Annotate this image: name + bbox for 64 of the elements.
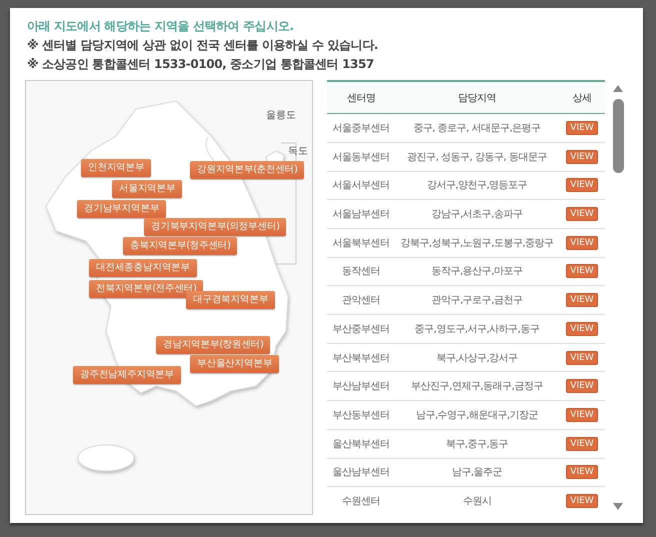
region-cell: 동작구,용산구,마포구 bbox=[395, 257, 559, 286]
region-cell: 남구,울주군 bbox=[395, 458, 559, 487]
center-name: 울산북부센터 bbox=[327, 429, 395, 458]
region-button[interactable]: 부산울산지역본부 bbox=[190, 355, 280, 373]
instruction-note: ※ 소상공인 통합콜센터 1533-0100, 중소기업 통합콜센터 1357 bbox=[27, 56, 375, 72]
view-button[interactable]: VIEW bbox=[566, 207, 598, 222]
region-cell: 북구,사상구,강서구 bbox=[395, 343, 559, 372]
center-name: 서울서부센터 bbox=[327, 171, 395, 200]
region-button[interactable]: 대구경북지역본부 bbox=[186, 291, 276, 309]
region-cell: 관악구,구로구,금천구 bbox=[395, 286, 559, 315]
center-name: 부산중부센터 bbox=[327, 314, 395, 344]
region-button[interactable]: 서울지역본부 bbox=[112, 180, 182, 198]
column-header: 센터명 bbox=[327, 81, 395, 114]
region-cell: 강서구,양천구,영등포구 bbox=[395, 171, 559, 200]
region-cell: 광진구, 성동구, 강동구, 동대문구 bbox=[395, 142, 559, 172]
center-name: 수원센터 bbox=[327, 486, 395, 515]
center-name: 부산북부센터 bbox=[327, 343, 395, 372]
region-button[interactable]: 경남지역본부(창원센터) bbox=[156, 336, 270, 354]
region-button[interactable]: 경기남부지역본부 bbox=[77, 200, 166, 218]
column-header: 담당지역 bbox=[395, 81, 559, 114]
region-cell: 수원시 bbox=[395, 486, 559, 515]
region-button[interactable]: 충북지역본부(청주센터) bbox=[123, 237, 238, 255]
scroll-up-icon[interactable] bbox=[612, 84, 624, 93]
region-cell: 중구, 종로구, 서대문구,은평구 bbox=[395, 114, 559, 142]
instruction-heading: 아래 지도에서 해당하는 지역을 선택하여 주십시오. bbox=[27, 18, 295, 34]
scroll-down-icon[interactable] bbox=[612, 502, 624, 511]
center-name: 서울남부센터 bbox=[327, 200, 395, 228]
center-name: 울산남부센터 bbox=[327, 458, 395, 487]
scrollbar-thumb[interactable] bbox=[612, 99, 624, 173]
view-button[interactable]: VIEW bbox=[566, 293, 598, 308]
view-button[interactable]: VIEW bbox=[566, 465, 598, 480]
region-cell: 남구,수영구,해운대구,기장군 bbox=[395, 400, 559, 430]
center-name: 서울북부센터 bbox=[327, 228, 395, 258]
view-button[interactable]: VIEW bbox=[566, 322, 598, 336]
center-name: 관악센터 bbox=[327, 286, 395, 315]
view-button[interactable]: VIEW bbox=[566, 236, 598, 250]
view-button[interactable]: VIEW bbox=[566, 494, 598, 508]
region-button[interactable]: 인천지역본부 bbox=[81, 159, 152, 177]
center-name: 부산동부센터 bbox=[327, 400, 395, 430]
view-button[interactable]: VIEW bbox=[566, 350, 598, 365]
region-cell: 북구,중구,동구 bbox=[395, 429, 559, 458]
center-name: 부산남부센터 bbox=[327, 372, 395, 401]
view-button[interactable]: VIEW bbox=[566, 436, 598, 451]
region-button[interactable]: 경기북부지역본부(의정부센터) bbox=[144, 218, 286, 236]
region-cell: 부산진구,연제구,동래구,금정구 bbox=[395, 372, 559, 401]
center-name: 서울동부센터 bbox=[327, 142, 395, 172]
instruction-note: ※ 센터별 담당지역에 상관 없이 전국 센터를 이용하실 수 있습니다. bbox=[27, 37, 380, 53]
view-button[interactable]: VIEW bbox=[566, 120, 598, 135]
center-name: 동작센터 bbox=[327, 257, 395, 286]
region-cell: 강북구,성북구,노원구,도봉구,중랑구 bbox=[395, 228, 559, 258]
region-cell: 강남구,서초구,송파구 bbox=[395, 200, 559, 228]
region-button[interactable]: 강원지역본부(춘천센터) bbox=[190, 161, 304, 179]
view-button[interactable]: VIEW bbox=[566, 264, 598, 278]
center-name: 서울중부센터 bbox=[327, 114, 395, 142]
view-button[interactable]: VIEW bbox=[566, 379, 598, 394]
region-cell: 중구,영도구,서구,사하구,동구 bbox=[395, 314, 559, 344]
island-label: 울릉도 bbox=[266, 109, 296, 122]
region-button[interactable]: 광주전남제주지역본부 bbox=[73, 366, 182, 384]
view-button[interactable]: VIEW bbox=[566, 408, 598, 422]
view-button[interactable]: VIEW bbox=[566, 178, 598, 192]
island-label: 독도 bbox=[288, 145, 308, 158]
region-button[interactable]: 대전세종충남지역본부 bbox=[89, 259, 198, 277]
column-header: 상세 bbox=[559, 81, 605, 114]
view-button[interactable]: VIEW bbox=[566, 150, 598, 164]
